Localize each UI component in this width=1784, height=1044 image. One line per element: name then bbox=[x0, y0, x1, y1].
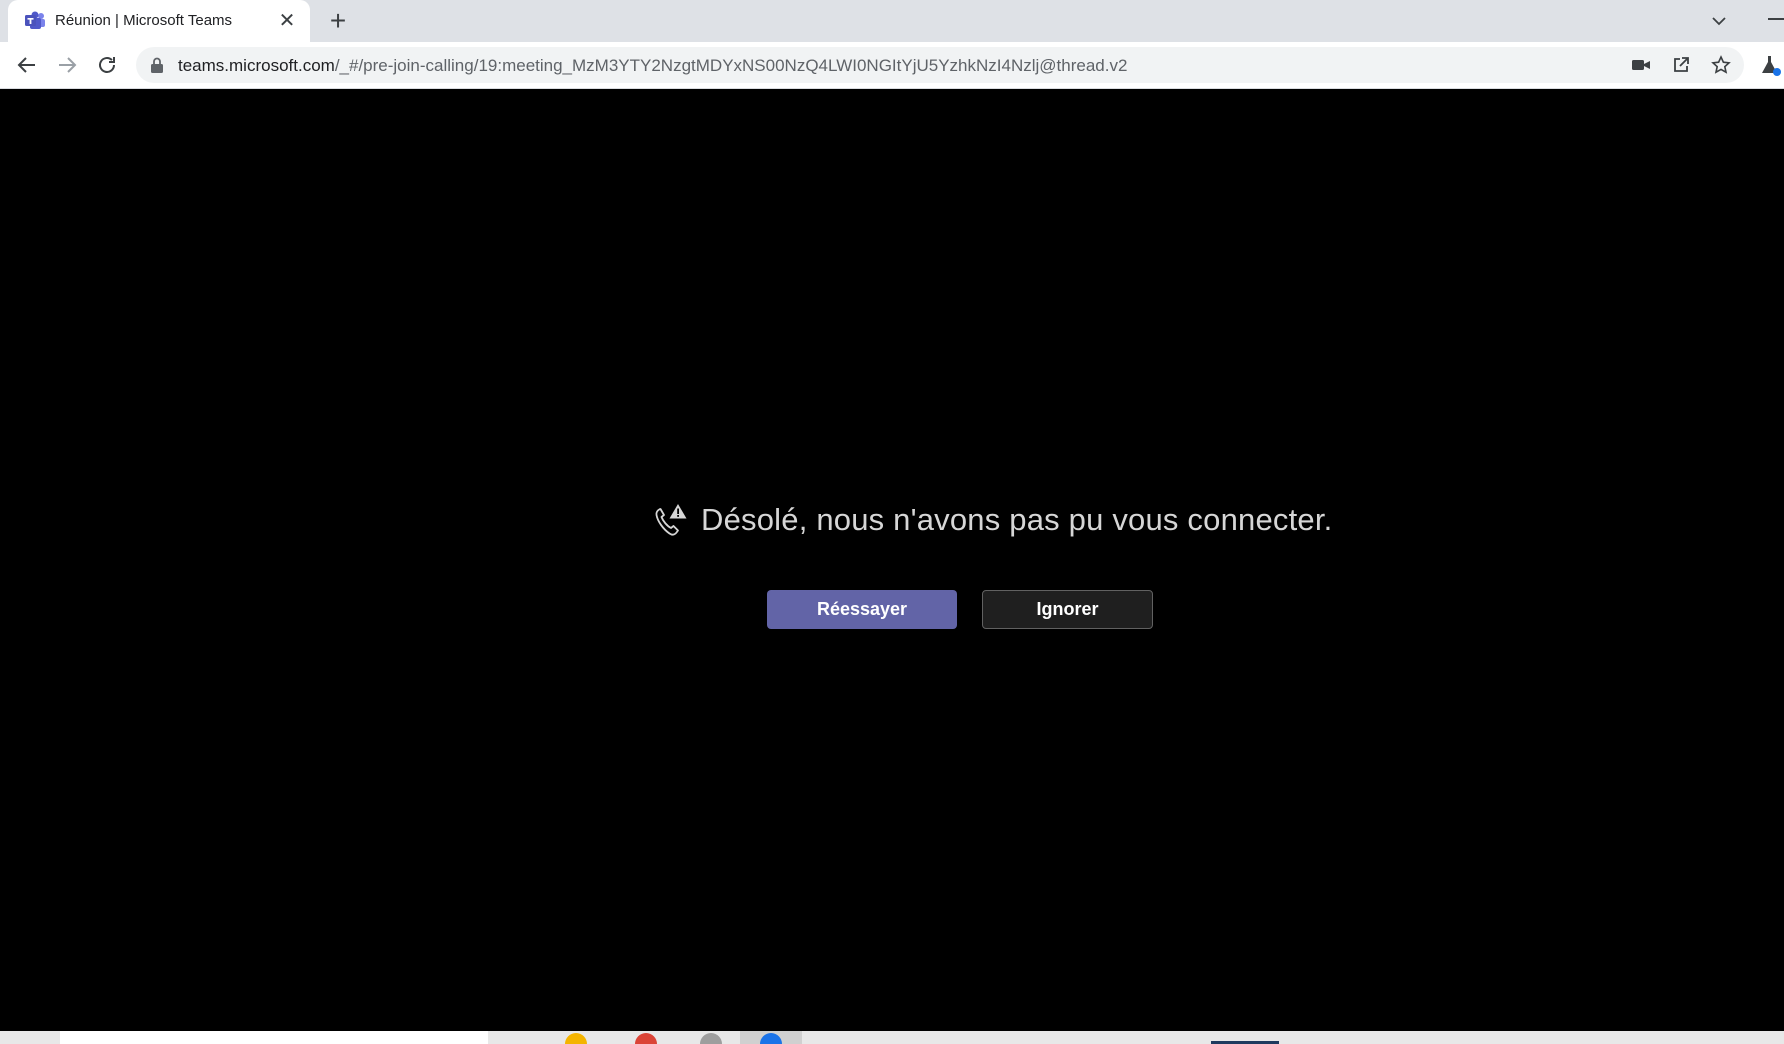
url-path: /_#/pre-join-calling/19:meeting_MzM3YTY2… bbox=[334, 56, 1128, 75]
lock-icon[interactable] bbox=[150, 57, 164, 73]
connection-error: Désolé, nous n'avons pas pu vous connect… bbox=[0, 499, 1784, 545]
new-tab-button[interactable]: + bbox=[326, 7, 350, 35]
taskbar bbox=[0, 1031, 1784, 1044]
tab-strip: Réunion | Microsoft Teams ✕ + bbox=[0, 0, 1784, 42]
chevron-down-icon[interactable] bbox=[1710, 12, 1728, 30]
taskbar-app-icon[interactable] bbox=[635, 1033, 657, 1044]
star-icon[interactable] bbox=[1711, 55, 1731, 75]
retry-button[interactable]: Réessayer bbox=[767, 590, 957, 629]
error-message: Désolé, nous n'avons pas pu vous connect… bbox=[701, 502, 1333, 537]
call-warning-icon bbox=[655, 504, 687, 536]
taskbar-app-icon bbox=[760, 1033, 782, 1044]
labs-icon[interactable] bbox=[1758, 53, 1782, 77]
taskbar-search-box[interactable] bbox=[60, 1031, 488, 1044]
address-bar[interactable]: teams.microsoft.com/_#/pre-join-calling/… bbox=[136, 47, 1744, 83]
taskbar-active-app[interactable] bbox=[740, 1031, 802, 1044]
close-tab-icon[interactable]: ✕ bbox=[278, 11, 296, 31]
taskbar-app-icon[interactable] bbox=[565, 1033, 587, 1044]
teams-icon bbox=[25, 11, 45, 29]
taskbar-app-icon[interactable] bbox=[700, 1033, 722, 1044]
reload-icon[interactable] bbox=[95, 53, 119, 77]
share-icon[interactable] bbox=[1671, 55, 1691, 75]
forward-icon[interactable] bbox=[55, 53, 79, 77]
url-host: teams.microsoft.com bbox=[178, 56, 335, 75]
meeting-stage: Désolé, nous n'avons pas pu vous connect… bbox=[0, 89, 1784, 1031]
ignore-button[interactable]: Ignorer bbox=[982, 590, 1153, 629]
url-text[interactable]: teams.microsoft.com/_#/pre-join-calling/… bbox=[178, 56, 1127, 76]
camera-icon[interactable] bbox=[1631, 55, 1651, 75]
browser-tab[interactable]: Réunion | Microsoft Teams ✕ bbox=[8, 0, 310, 42]
back-icon[interactable] bbox=[15, 53, 39, 77]
browser-toolbar: teams.microsoft.com/_#/pre-join-calling/… bbox=[0, 42, 1784, 89]
minimize-icon[interactable] bbox=[1768, 18, 1784, 20]
tab-title: Réunion | Microsoft Teams bbox=[55, 12, 233, 29]
